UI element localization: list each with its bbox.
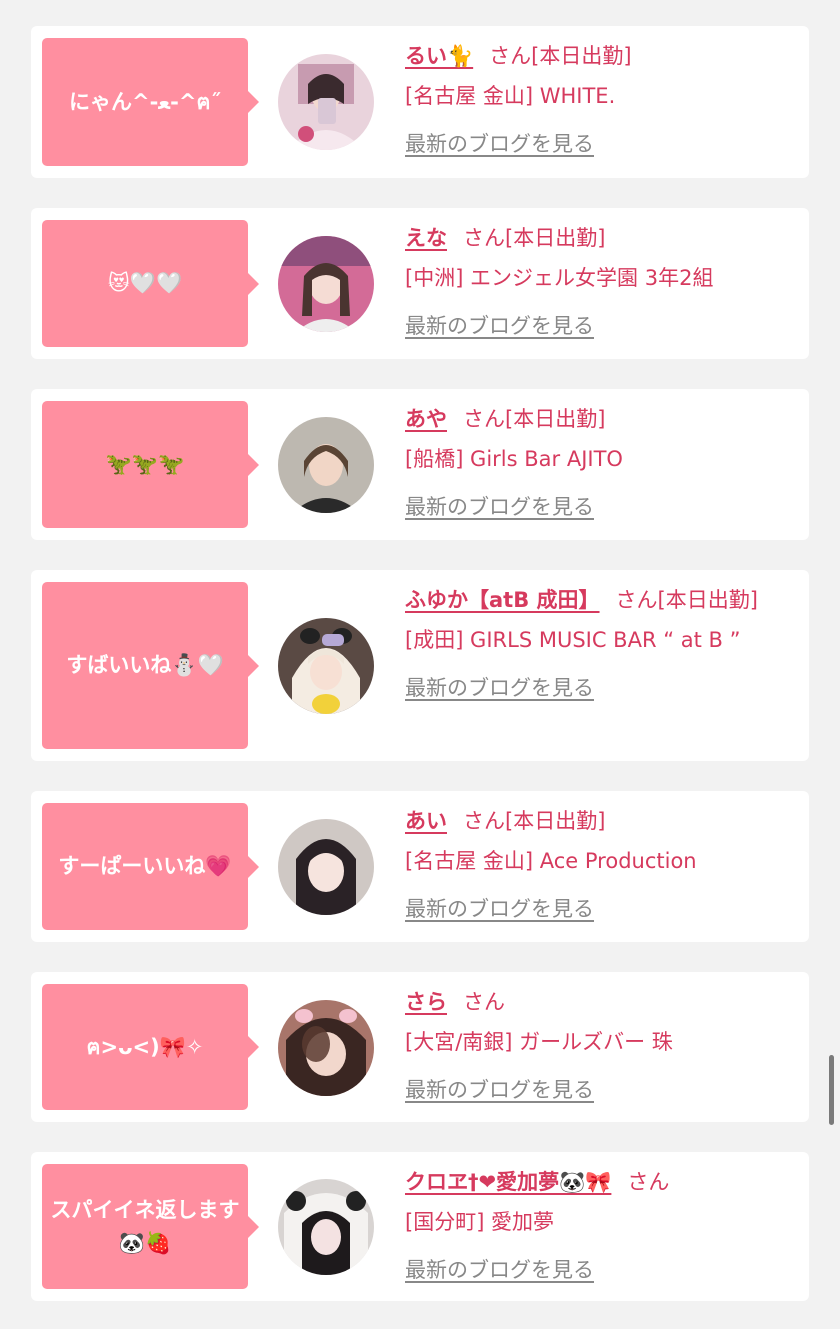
cast-info: あや さん[本日出勤] [船橋] Girls Bar AJITO 最新のブログを見… [405, 399, 783, 527]
avatar[interactable] [278, 54, 374, 150]
cast-info: さら さん [大宮/南銀] ガールズバー 珠 最新のブログを見る [405, 982, 783, 1110]
comment-bubble: にゃん^-ﻌ-^ฅ˝ [42, 38, 259, 166]
avatar-photo-icon [278, 819, 374, 915]
cast-card: ฅ>ᴗ<)🎀✧ さら さん [大宮/南銀] ガールズバー 珠 最新のブログを見る [31, 972, 809, 1122]
cast-name-link[interactable]: クロヱ†❤愛加夢🐼🎀 [405, 1170, 611, 1194]
status-text: [本日出勤] [657, 588, 758, 612]
cast-list: にゃん^-ﻌ-^ฅ˝ るい🐈 さん[本日出勤] [名古屋 金山] WHITE. 最… [0, 0, 840, 1329]
comment-text: すーぱーいいね💗 [58, 854, 232, 879]
status-text: [本日出勤] [531, 44, 632, 68]
cast-card: すばいいね⛄🤍 ふゆか【atB 成田】 さん[本日出勤] [成田] GIRLS M… [31, 570, 809, 761]
comment-bubble: ฅ>ᴗ<)🎀✧ [42, 984, 259, 1110]
blog-link[interactable]: 最新のブログを見る [405, 487, 783, 527]
comment-text: ฅ>ᴗ<)🎀✧ [86, 1034, 204, 1059]
cast-name-link[interactable]: あい [405, 809, 447, 833]
shop-name: [名古屋 金山] Ace Production [405, 849, 697, 873]
cast-info: あい さん[本日出勤] [名古屋 金山] Ace Production 最新のブロ… [405, 801, 783, 929]
comment-text: すばいいね⛄🤍 [66, 653, 224, 678]
honorific: さん [463, 226, 505, 250]
cast-card: 😻🤍🤍 えな さん[本日出勤] [中洲] エンジェル女学園 3年2組 最新のブログ… [31, 208, 809, 359]
blog-link[interactable]: 最新のブログを見る [405, 1250, 783, 1290]
blog-link[interactable]: 最新のブログを見る [405, 668, 783, 708]
avatar[interactable] [278, 1179, 374, 1275]
comment-text: 🦖🦖🦖 [105, 452, 185, 477]
avatar[interactable] [278, 417, 374, 513]
comment-text: 😻🤍🤍 [107, 271, 183, 296]
honorific: さん [615, 588, 658, 612]
cast-info: えな さん[本日出勤] [中洲] エンジェル女学園 3年2組 最新のブログを見る [405, 218, 783, 346]
cast-card: にゃん^-ﻌ-^ฅ˝ るい🐈 さん[本日出勤] [名古屋 金山] WHITE. 最… [31, 26, 809, 178]
scrollbar[interactable] [829, 1055, 834, 1125]
comment-bubble: すばいいね⛄🤍 [42, 582, 259, 749]
shop-name: [国分町] 愛加夢 [405, 1210, 555, 1234]
shop-name: [成田] GIRLS MUSIC BAR “ at B ” [405, 628, 741, 652]
cast-card: スパイイネ返します🐼🍓 クロヱ†❤愛加夢🐼🎀 さん [国分町] 愛加夢 最新のブロ… [31, 1152, 809, 1301]
cast-name-link[interactable]: さら [405, 990, 447, 1014]
status-text: [本日出勤] [505, 226, 606, 250]
cast-name-link[interactable]: ふゆか【atB 成田】 [405, 588, 600, 612]
honorific: さん [627, 1170, 670, 1194]
avatar[interactable] [278, 1000, 374, 1096]
avatar-photo-icon [278, 236, 374, 332]
honorific: さん [489, 44, 532, 68]
cast-name-link[interactable]: あや [405, 407, 447, 431]
cast-info: クロヱ†❤愛加夢🐼🎀 さん [国分町] 愛加夢 最新のブログを見る [405, 1162, 783, 1290]
status-text: [本日出勤] [505, 407, 606, 431]
cast-info: ふゆか【atB 成田】 さん[本日出勤] [成田] GIRLS MUSIC BAR… [405, 580, 783, 708]
blog-link[interactable]: 最新のブログを見る [405, 306, 783, 346]
avatar[interactable] [278, 819, 374, 915]
cast-info: るい🐈 さん[本日出勤] [名古屋 金山] WHITE. 最新のブログを見る [405, 36, 783, 164]
comment-bubble: スパイイネ返します🐼🍓 [42, 1164, 259, 1289]
comment-bubble: すーぱーいいね💗 [42, 803, 259, 930]
avatar-photo-icon [278, 417, 374, 513]
status-text: [本日出勤] [505, 809, 606, 833]
cast-card: 🦖🦖🦖 あや さん[本日出勤] [船橋] Girls Bar AJITO 最新のブ… [31, 389, 809, 540]
cast-name-link[interactable]: えな [405, 226, 447, 250]
shop-name: [大宮/南銀] ガールズバー 珠 [405, 1030, 673, 1054]
blog-link[interactable]: 最新のブログを見る [405, 1070, 783, 1110]
blog-link[interactable]: 最新のブログを見る [405, 124, 783, 164]
avatar[interactable] [278, 618, 374, 714]
comment-text: にゃん^-ﻌ-^ฅ˝ [68, 89, 222, 114]
shop-name: [名古屋 金山] WHITE. [405, 84, 616, 108]
cast-card: すーぱーいいね💗 あい さん[本日出勤] [名古屋 金山] Ace Product… [31, 791, 809, 942]
comment-bubble: 🦖🦖🦖 [42, 401, 259, 528]
blog-link[interactable]: 最新のブログを見る [405, 889, 783, 929]
comment-text: スパイイネ返します🐼🍓 [50, 1197, 240, 1255]
shop-name: [船橋] Girls Bar AJITO [405, 447, 623, 471]
honorific: さん [463, 809, 505, 833]
avatar[interactable] [278, 236, 374, 332]
avatar-photo-icon [278, 54, 374, 150]
avatar-photo-icon [278, 1179, 374, 1275]
comment-bubble: 😻🤍🤍 [42, 220, 259, 347]
honorific: さん [463, 407, 505, 431]
avatar-photo-icon [278, 618, 374, 714]
cast-name-link[interactable]: るい🐈 [405, 44, 473, 68]
shop-name: [中洲] エンジェル女学園 3年2組 [405, 266, 714, 290]
honorific: さん [463, 990, 505, 1014]
avatar-photo-icon [278, 1000, 374, 1096]
